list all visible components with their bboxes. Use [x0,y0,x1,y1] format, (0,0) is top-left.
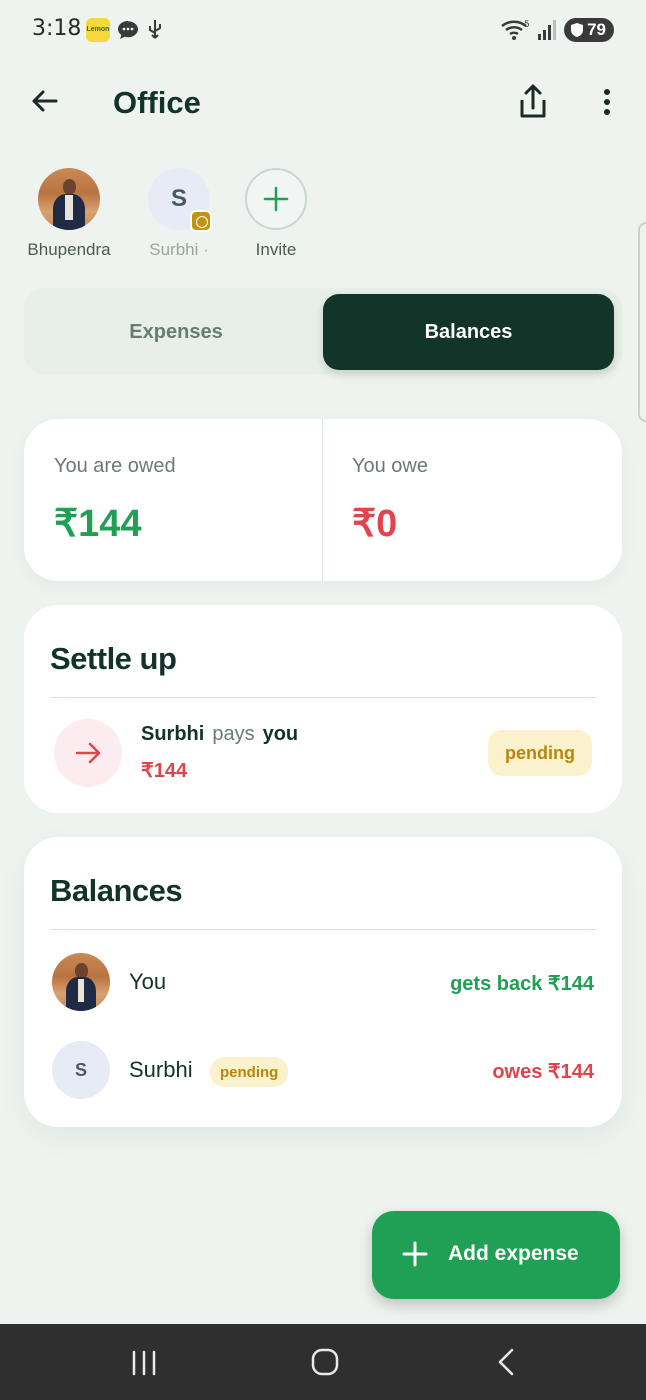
status-badge: pending [210,1057,289,1087]
wifi-icon: 5 [501,20,530,40]
scroll-handle[interactable] [638,222,646,422]
app-header: Office [0,70,646,136]
avatar [38,168,100,230]
avatar [52,953,110,1011]
invite-label: Invite [255,240,297,259]
lemon-app-icon: Lemon [86,18,110,42]
balance-amount: owes ₹144 [492,1061,594,1083]
svg-text:5: 5 [524,20,530,30]
owed-value: ₹144 [54,503,142,545]
avatar-initial: S [170,185,187,212]
status-bar: 3:18 Lemon 5 79 [0,0,646,60]
tab-bar: Expenses Balances [24,288,622,374]
avatar: S [148,168,212,232]
owed-label: You are owed [54,455,176,477]
more-vertical-icon[interactable] [594,84,620,120]
shield-icon [571,23,584,37]
battery-level: 79 [587,20,606,39]
back-arrow-icon[interactable] [28,84,62,118]
arrow-right-icon [54,719,122,787]
system-nav-bar [0,1324,646,1400]
balance-name: You [129,969,167,994]
divider [322,419,323,581]
plus-icon [402,1241,428,1267]
usb-icon [149,20,161,39]
avatar-initial: S [74,1059,87,1080]
divider [50,697,596,698]
settle-amount: ₹144 [141,760,188,782]
payer-name: Surbhi [141,723,205,745]
balance-amount: gets back ₹144 [450,973,594,995]
summary-card: You are owed ₹144 You owe ₹0 [24,419,622,581]
balances-card: Balances You gets back ₹144 S Surbhi pen… [24,837,622,1127]
settle-description[interactable]: Surbhi pays you [141,723,298,746]
balances-title: Balances [50,873,183,908]
settle-up-title: Settle up [50,641,177,676]
owe-label: You owe [352,455,428,477]
add-expense-label: Add expense [448,1242,579,1265]
clock-icon [190,210,212,232]
page-title: Office [113,85,201,120]
tab-expenses[interactable]: Expenses [30,294,322,370]
chat-icon [118,21,138,39]
members-row: Bhupendra S Surbhi · Invite [0,168,646,268]
battery-indicator: 79 [564,18,614,42]
plus-icon [245,168,307,230]
divider [50,929,596,930]
payee-name: you [262,723,299,745]
recent-apps-icon[interactable] [124,1344,164,1380]
member-name: Surbhi · [149,240,209,259]
lemon-app-icon-text: Lemon [86,26,110,33]
member-bhupendra[interactable]: Bhupendra [14,168,124,260]
back-icon[interactable] [486,1344,526,1380]
home-icon[interactable] [304,1344,344,1380]
balance-name: Surbhi [129,1057,193,1082]
share-icon[interactable] [514,82,552,122]
status-time: 3:18 [32,16,82,41]
invite-button[interactable]: Invite [221,168,331,260]
member-surbhi[interactable]: S Surbhi · [124,168,234,260]
balance-row-you[interactable]: You gets back ₹144 [24,953,622,1013]
settle-up-card: Settle up Surbhi pays you ₹144 pending [24,605,622,813]
balance-row-surbhi[interactable]: S Surbhi pending owes ₹144 [24,1041,622,1101]
add-expense-button[interactable]: Add expense [372,1211,620,1299]
status-badge: pending [488,730,592,776]
avatar: S [52,1041,110,1099]
owe-value: ₹0 [352,503,398,545]
pays-label: pays [212,723,255,745]
tab-balances[interactable]: Balances [323,294,614,370]
member-name: Bhupendra [27,240,111,259]
signal-icon [538,20,557,40]
